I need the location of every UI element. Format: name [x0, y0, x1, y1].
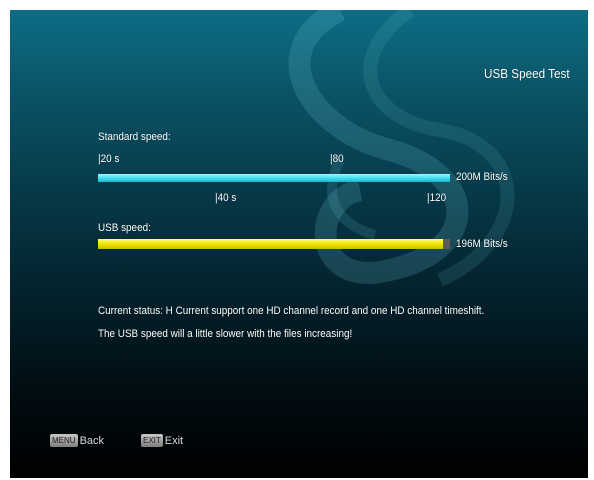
- speed-note-text: The USB speed will a little slower with …: [98, 328, 353, 340]
- exit-label: Exit: [164, 434, 184, 447]
- standard-speed-value: 200M Bits/s: [456, 171, 508, 183]
- usb-speed-bar: [98, 239, 450, 249]
- tick-label-120: |120: [427, 192, 447, 204]
- tick-label-80: |80: [330, 153, 344, 165]
- standard-speed-bar: [98, 174, 450, 182]
- standard-speed-bar-fill: [98, 174, 450, 182]
- exit-key-icon: EXIT: [141, 434, 163, 447]
- exit-key[interactable]: EXIT Exit: [141, 434, 183, 447]
- tick-label-20s: |20 s: [98, 153, 120, 165]
- menu-back-key[interactable]: MENU Back: [50, 434, 104, 447]
- usb-speed-label: USB speed:: [98, 222, 151, 234]
- standard-speed-label: Standard speed:: [98, 131, 171, 143]
- usb-speed-bar-fill: [98, 239, 443, 249]
- usb-speed-test-screen: USB Speed Test Standard speed: |20 s |80…: [10, 10, 588, 478]
- usb-speed-value: 196M Bits/s: [456, 238, 508, 250]
- tick-label-40s: |40 s: [215, 192, 237, 204]
- menu-key-icon: MENU: [50, 434, 78, 447]
- back-label: Back: [79, 434, 105, 447]
- page-title: USB Speed Test: [484, 66, 570, 81]
- current-status-text: Current status: H Current support one HD…: [98, 305, 485, 317]
